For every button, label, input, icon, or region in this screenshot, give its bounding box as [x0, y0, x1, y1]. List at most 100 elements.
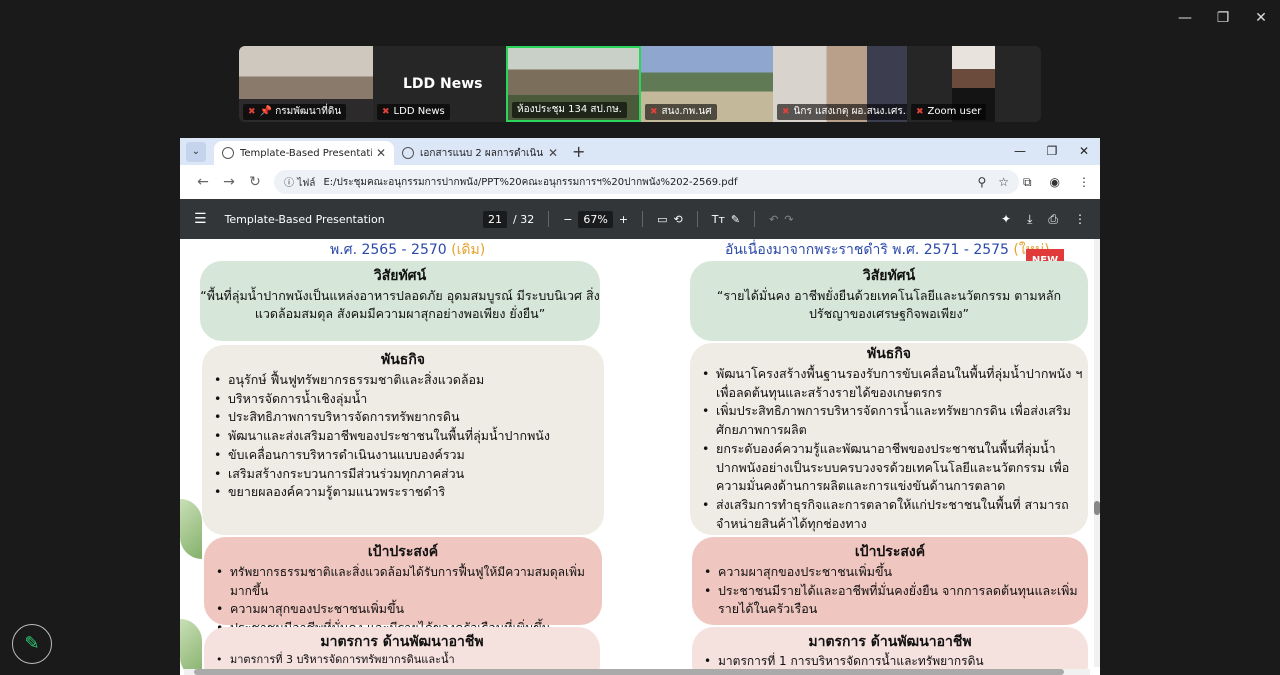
undo-icon[interactable]: ↶ — [769, 213, 778, 226]
mission-list: พัฒนาโครงสร้างพื้นฐานรองรับการขับเคลื่อน… — [690, 365, 1088, 533]
list-item: เสริมสร้างกระบวนการมีส่วนร่วมทุกภาคส่วน — [214, 465, 604, 484]
participant-name: ✖ LDD News — [377, 104, 450, 120]
reload-icon[interactable]: ↻ — [242, 174, 268, 190]
participant-tile[interactable]: ✖ 📌 กรมพัฒนาที่ดิน — [239, 46, 373, 122]
zoom-icon[interactable]: ⚲ — [977, 175, 986, 189]
right-measure-box: มาตรการ ด้านพัฒนาอาชีพ มาตรการที่ 1 การบ… — [692, 627, 1088, 675]
browser-close-icon[interactable]: ✕ — [1068, 138, 1100, 165]
download-icon[interactable]: ⤓ — [1027, 212, 1032, 227]
list-item: อนุรักษ์ ฟื้นฟูทรัพยากรธรรมชาติและสิ่งแว… — [214, 371, 604, 390]
list-item: ขยายผลองค์ความรู้ตามแนวพระราชดำริ — [214, 483, 604, 502]
participant-tile-active-speaker[interactable]: ห้องประชุม 134 สป.กษ. — [506, 46, 641, 122]
ai-assist-icon[interactable]: ✦ — [1001, 212, 1011, 227]
vision-text: “พื้นที่ลุ่มน้ำปากพนังเป็นแหล่งอาหารปลอด… — [200, 288, 600, 321]
draw-icon[interactable]: ✎ — [731, 213, 740, 226]
maximize-icon[interactable]: ❐ — [1204, 8, 1242, 28]
zoom-in-icon[interactable]: + — [619, 213, 628, 226]
participant-tile[interactable]: ✖ นิกร แสงเกตุ ผอ.สนง.เศร... — [773, 46, 907, 122]
zoom-level-input[interactable]: 67% — [578, 210, 613, 228]
list-item: พัฒนาและส่งเสริมอาชีพของประชาชนในพื้นที่… — [214, 427, 604, 446]
horizontal-scrollbar[interactable] — [184, 669, 1090, 675]
pdf-more-icon[interactable]: ⋮ — [1074, 212, 1086, 227]
list-item: เพิ่มประสิทธิภาพการบริหารจัดการน้ำและทรั… — [702, 402, 1088, 439]
pdf-page: พ.ศ. 2565 - 2570 (เดิม) อันเนื่องมาจากพร… — [180, 239, 1095, 675]
close-tab-icon[interactable]: ✕ — [376, 146, 386, 160]
participant-name: ห้องประชุม 134 สป.กษ. — [512, 102, 627, 118]
tab-attachment-pdf[interactable]: เอกสารแนบ 2 ผลการดำเนินงาน.pdf ✕ — [394, 141, 566, 165]
left-mission-box: พันธกิจ อนุรักษ์ ฟื้นฟูทรัพยากรธรรมชาติแ… — [202, 345, 604, 535]
right-mission-box: พันธกิจ พัฒนาโครงสร้างพื้นฐานรองรับการขั… — [690, 343, 1088, 535]
new-tab-icon[interactable]: + — [572, 142, 585, 161]
page-total: / 32 — [513, 212, 535, 226]
rotate-icon[interactable]: ⟲ — [674, 213, 683, 226]
shared-screen-browser: ⌄ Template-Based Presentation ✕ เอกสารแน… — [180, 138, 1100, 675]
close-tab-icon[interactable]: ✕ — [548, 146, 558, 160]
list-item: ความผาสุกของประชาชนเพิ่มขึ้น — [216, 600, 602, 619]
text-tool-icon[interactable]: Tт — [712, 213, 725, 226]
site-info[interactable]: ⓘ ไฟล์ — [284, 174, 315, 191]
address-input[interactable]: ⓘ ไฟล์ E:/ประชุมคณะอนุกรรมการปากพนัง/PPT… — [274, 170, 1019, 194]
scroll-thumb[interactable] — [1094, 501, 1100, 515]
goal-list: ความผาสุกของประชาชนเพิ่มขึ้น ประชาชนมีรา… — [692, 563, 1088, 619]
participant-strip: ✖ 📌 กรมพัฒนาที่ดิน LDD News ✖ LDD News ห้อ… — [239, 46, 1041, 122]
extensions-icon[interactable]: ⧉ — [1023, 175, 1032, 190]
zoom-out-icon[interactable]: − — [563, 213, 572, 226]
participant-tile[interactable]: LDD News ✖ LDD News — [373, 46, 505, 122]
list-item: ยกระดับองค์ความรู้และพัฒนาอาชีพของประชาช… — [702, 440, 1088, 496]
right-goal-box: เป้าประสงค์ ความผาสุกของประชาชนเพิ่มขึ้น… — [692, 537, 1088, 625]
fit-page-icon[interactable]: ▭ — [657, 213, 667, 226]
participant-name: ✖ นิกร แสงเกตุ ผอ.สนง.เศร... — [777, 104, 907, 120]
mic-muted-icon: ✖ — [782, 107, 790, 117]
measure-list: มาตรการที่ 3 บริหารจัดการทรัพยากรดินและน… — [204, 653, 600, 667]
left-measure-box: มาตรการ ด้านพัฒนาอาชีพ มาตรการที่ 3 บริห… — [204, 627, 600, 675]
print-icon[interactable]: ⎙ — [1048, 212, 1058, 227]
section-title: วิสัยทัศน์ — [373, 268, 427, 284]
close-icon[interactable]: ✕ — [1242, 8, 1280, 28]
left-goal-box: เป้าประสงค์ ทรัพยากรธรรมชาติและสิ่งแวดล้… — [204, 537, 602, 638]
mic-muted-icon: ✖ — [916, 107, 924, 117]
page-number-input[interactable]: 21 — [483, 210, 507, 228]
scroll-thumb[interactable] — [194, 669, 1064, 675]
right-period-header: อันเนื่องมาจากพระราชดำริ พ.ศ. 2571 - 257… — [725, 242, 1050, 258]
annotate-pencil-icon[interactable]: ✎ — [12, 624, 52, 664]
toolbar-right: ⧉ ◉ ⋮ — [1023, 175, 1090, 190]
list-item: บริหารจัดการน้ำเชิงลุ่มน้ำ — [214, 390, 604, 409]
list-item: ทรัพยากรธรรมชาติและสิ่งแวดล้อมได้รับการฟ… — [216, 563, 602, 600]
address-bar-row: ← → ↻ ⓘ ไฟล์ E:/ประชุมคณะอนุกรรมการปากพน… — [180, 165, 1100, 199]
section-title: เป้าประสงค์ — [854, 544, 926, 560]
mic-muted-icon: ✖ — [248, 107, 256, 117]
pdf-toolbar: ☰ Template-Based Presentation 21 / 32 − … — [180, 199, 1100, 239]
globe-icon — [402, 147, 414, 159]
pdf-page-controls: 21 / 32 − 67% + ▭ ⟲ Tт ✎ ↶ ↷ — [483, 210, 794, 228]
section-title: พันธกิจ — [866, 346, 912, 362]
vertical-scrollbar[interactable] — [1094, 239, 1100, 667]
section-title: มาตรการ ด้านพัฒนาอาชีพ — [808, 634, 972, 650]
hamburger-menu-icon[interactable]: ☰ — [194, 211, 207, 227]
tab-bar: ⌄ Template-Based Presentation ✕ เอกสารแน… — [180, 138, 1100, 165]
left-period-header: พ.ศ. 2565 - 2570 (เดิม) — [330, 242, 486, 258]
measure-list: มาตรการที่ 1 การบริหารจัดการน้ำและทรัพยา… — [692, 653, 1088, 669]
participant-tile[interactable]: ✖ Zoom user — [907, 46, 1041, 122]
browser-minimize-icon[interactable]: — — [1004, 138, 1036, 165]
tab-template-presentation[interactable]: Template-Based Presentation ✕ — [214, 141, 394, 165]
back-icon[interactable]: ← — [190, 174, 216, 190]
mic-muted-icon: ✖ — [382, 107, 390, 117]
bookmark-star-icon[interactable]: ☆ — [998, 175, 1009, 189]
section-title: มาตรการ ด้านพัฒนาอาชีพ — [320, 634, 484, 650]
participant-name: ✖ Zoom user — [911, 104, 987, 120]
mic-muted-icon: ✖ — [650, 107, 658, 117]
minimize-icon[interactable]: — — [1166, 8, 1204, 28]
participant-tile[interactable]: ✖ สนง.กพ.นศ — [641, 46, 773, 122]
list-item: พัฒนาโครงสร้างพื้นฐานรองรับการขับเคลื่อน… — [702, 365, 1088, 402]
redo-icon[interactable]: ↷ — [784, 213, 793, 226]
browser-menu-icon[interactable]: ⋮ — [1078, 175, 1090, 190]
leaf-decoration — [180, 619, 202, 675]
forward-icon[interactable]: → — [216, 174, 242, 190]
profile-icon[interactable]: ◉ — [1050, 175, 1060, 190]
pdf-toolbar-right: ✦ ⤓ ⎙ ⋮ — [1001, 212, 1086, 227]
tab-search-icon[interactable]: ⌄ — [186, 141, 206, 162]
leaf-decoration — [180, 499, 202, 559]
section-title: พันธกิจ — [380, 352, 426, 368]
browser-restore-icon[interactable]: ❐ — [1036, 138, 1068, 165]
list-item: มาตรการที่ 3 บริหารจัดการทรัพยากรดินและน… — [216, 653, 600, 667]
